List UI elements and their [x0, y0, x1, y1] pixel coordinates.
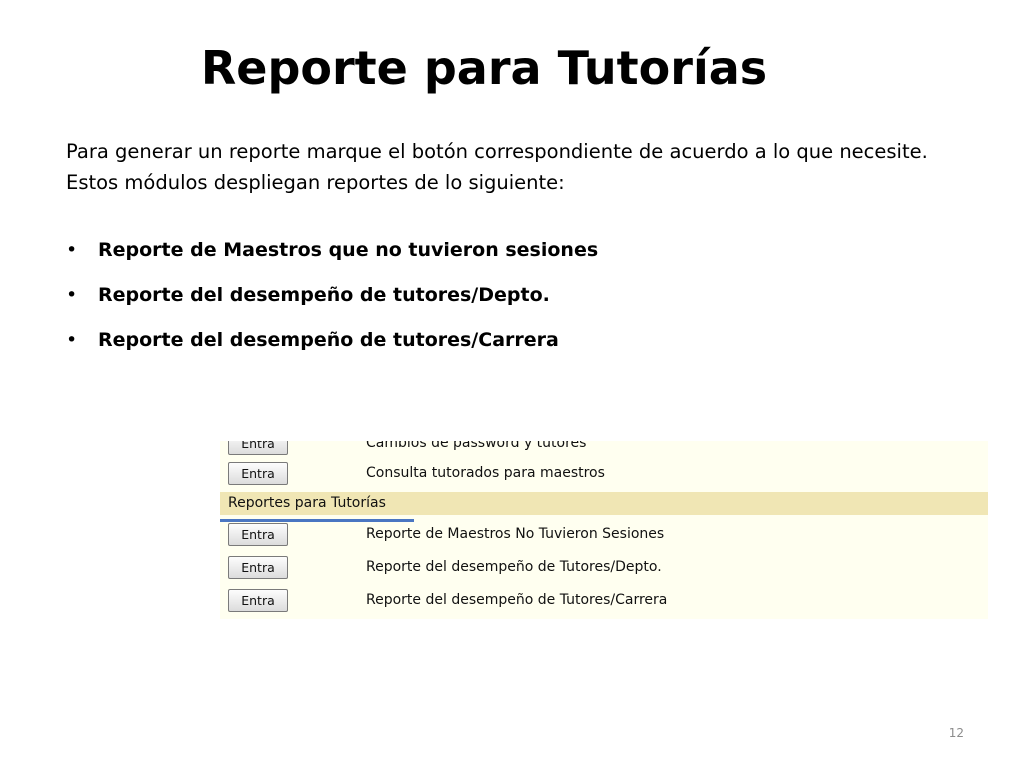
- entra-button[interactable]: Entra: [228, 589, 288, 612]
- entra-button[interactable]: Entra: [228, 556, 288, 579]
- menu-row-maestros-sin-sesiones: Entra Reporte de Maestros No Tuvieron Se…: [220, 519, 988, 549]
- embedded-screenshot: Entra Cambios de password y tutores Entr…: [220, 441, 988, 619]
- intro-text: Para generar un reporte marque el botón …: [66, 140, 928, 194]
- section-label: Reportes para Tutorías: [228, 495, 386, 511]
- bullet-item: • Reporte del desempeño de tutores/Carre…: [66, 326, 946, 354]
- menu-row-desempeno-carrera: Entra Reporte del desempeño de Tutores/C…: [220, 585, 988, 615]
- menu-label: Consulta tutorados para maestros: [366, 465, 605, 481]
- menu-label: Cambios de password y tutores: [366, 441, 587, 451]
- slide-title: Reporte para Tutorías: [200, 41, 768, 95]
- menu-label: Reporte del desempeño de Tutores/Depto.: [366, 559, 662, 575]
- bullet-icon: •: [66, 284, 78, 306]
- bullet-text: Reporte de Maestros que no tuvieron sesi…: [98, 239, 599, 261]
- bullet-item: • Reporte del desempeño de tutores/Depto…: [66, 281, 946, 309]
- entra-button[interactable]: Entra: [228, 441, 288, 455]
- bullet-item: • Reporte de Maestros que no tuvieron se…: [66, 236, 946, 264]
- bullet-text: Reporte del desempeño de tutores/Depto.: [98, 284, 550, 306]
- menu-label: Reporte del desempeño de Tutores/Carrera: [366, 592, 668, 608]
- page-number: 12: [948, 726, 964, 740]
- entra-button[interactable]: Entra: [228, 523, 288, 546]
- bullet-text: Reporte del desempeño de tutores/Carrera: [98, 329, 559, 351]
- menu-row-desempeno-depto: Entra Reporte del desempeño de Tutores/D…: [220, 552, 988, 582]
- bullet-icon: •: [66, 239, 78, 261]
- menu-row-consulta-tutorados: Entra Consulta tutorados para maestros: [220, 458, 988, 488]
- entra-button[interactable]: Entra: [228, 462, 288, 485]
- bullet-icon: •: [66, 329, 78, 351]
- menu-label: Reporte de Maestros No Tuvieron Sesiones: [366, 526, 665, 542]
- section-header-reportes: Reportes para Tutorías: [220, 492, 988, 515]
- menu-row-password-tutores: Entra Cambios de password y tutores: [220, 441, 988, 458]
- report-bullet-list: • Reporte de Maestros que no tuvieron se…: [66, 236, 946, 371]
